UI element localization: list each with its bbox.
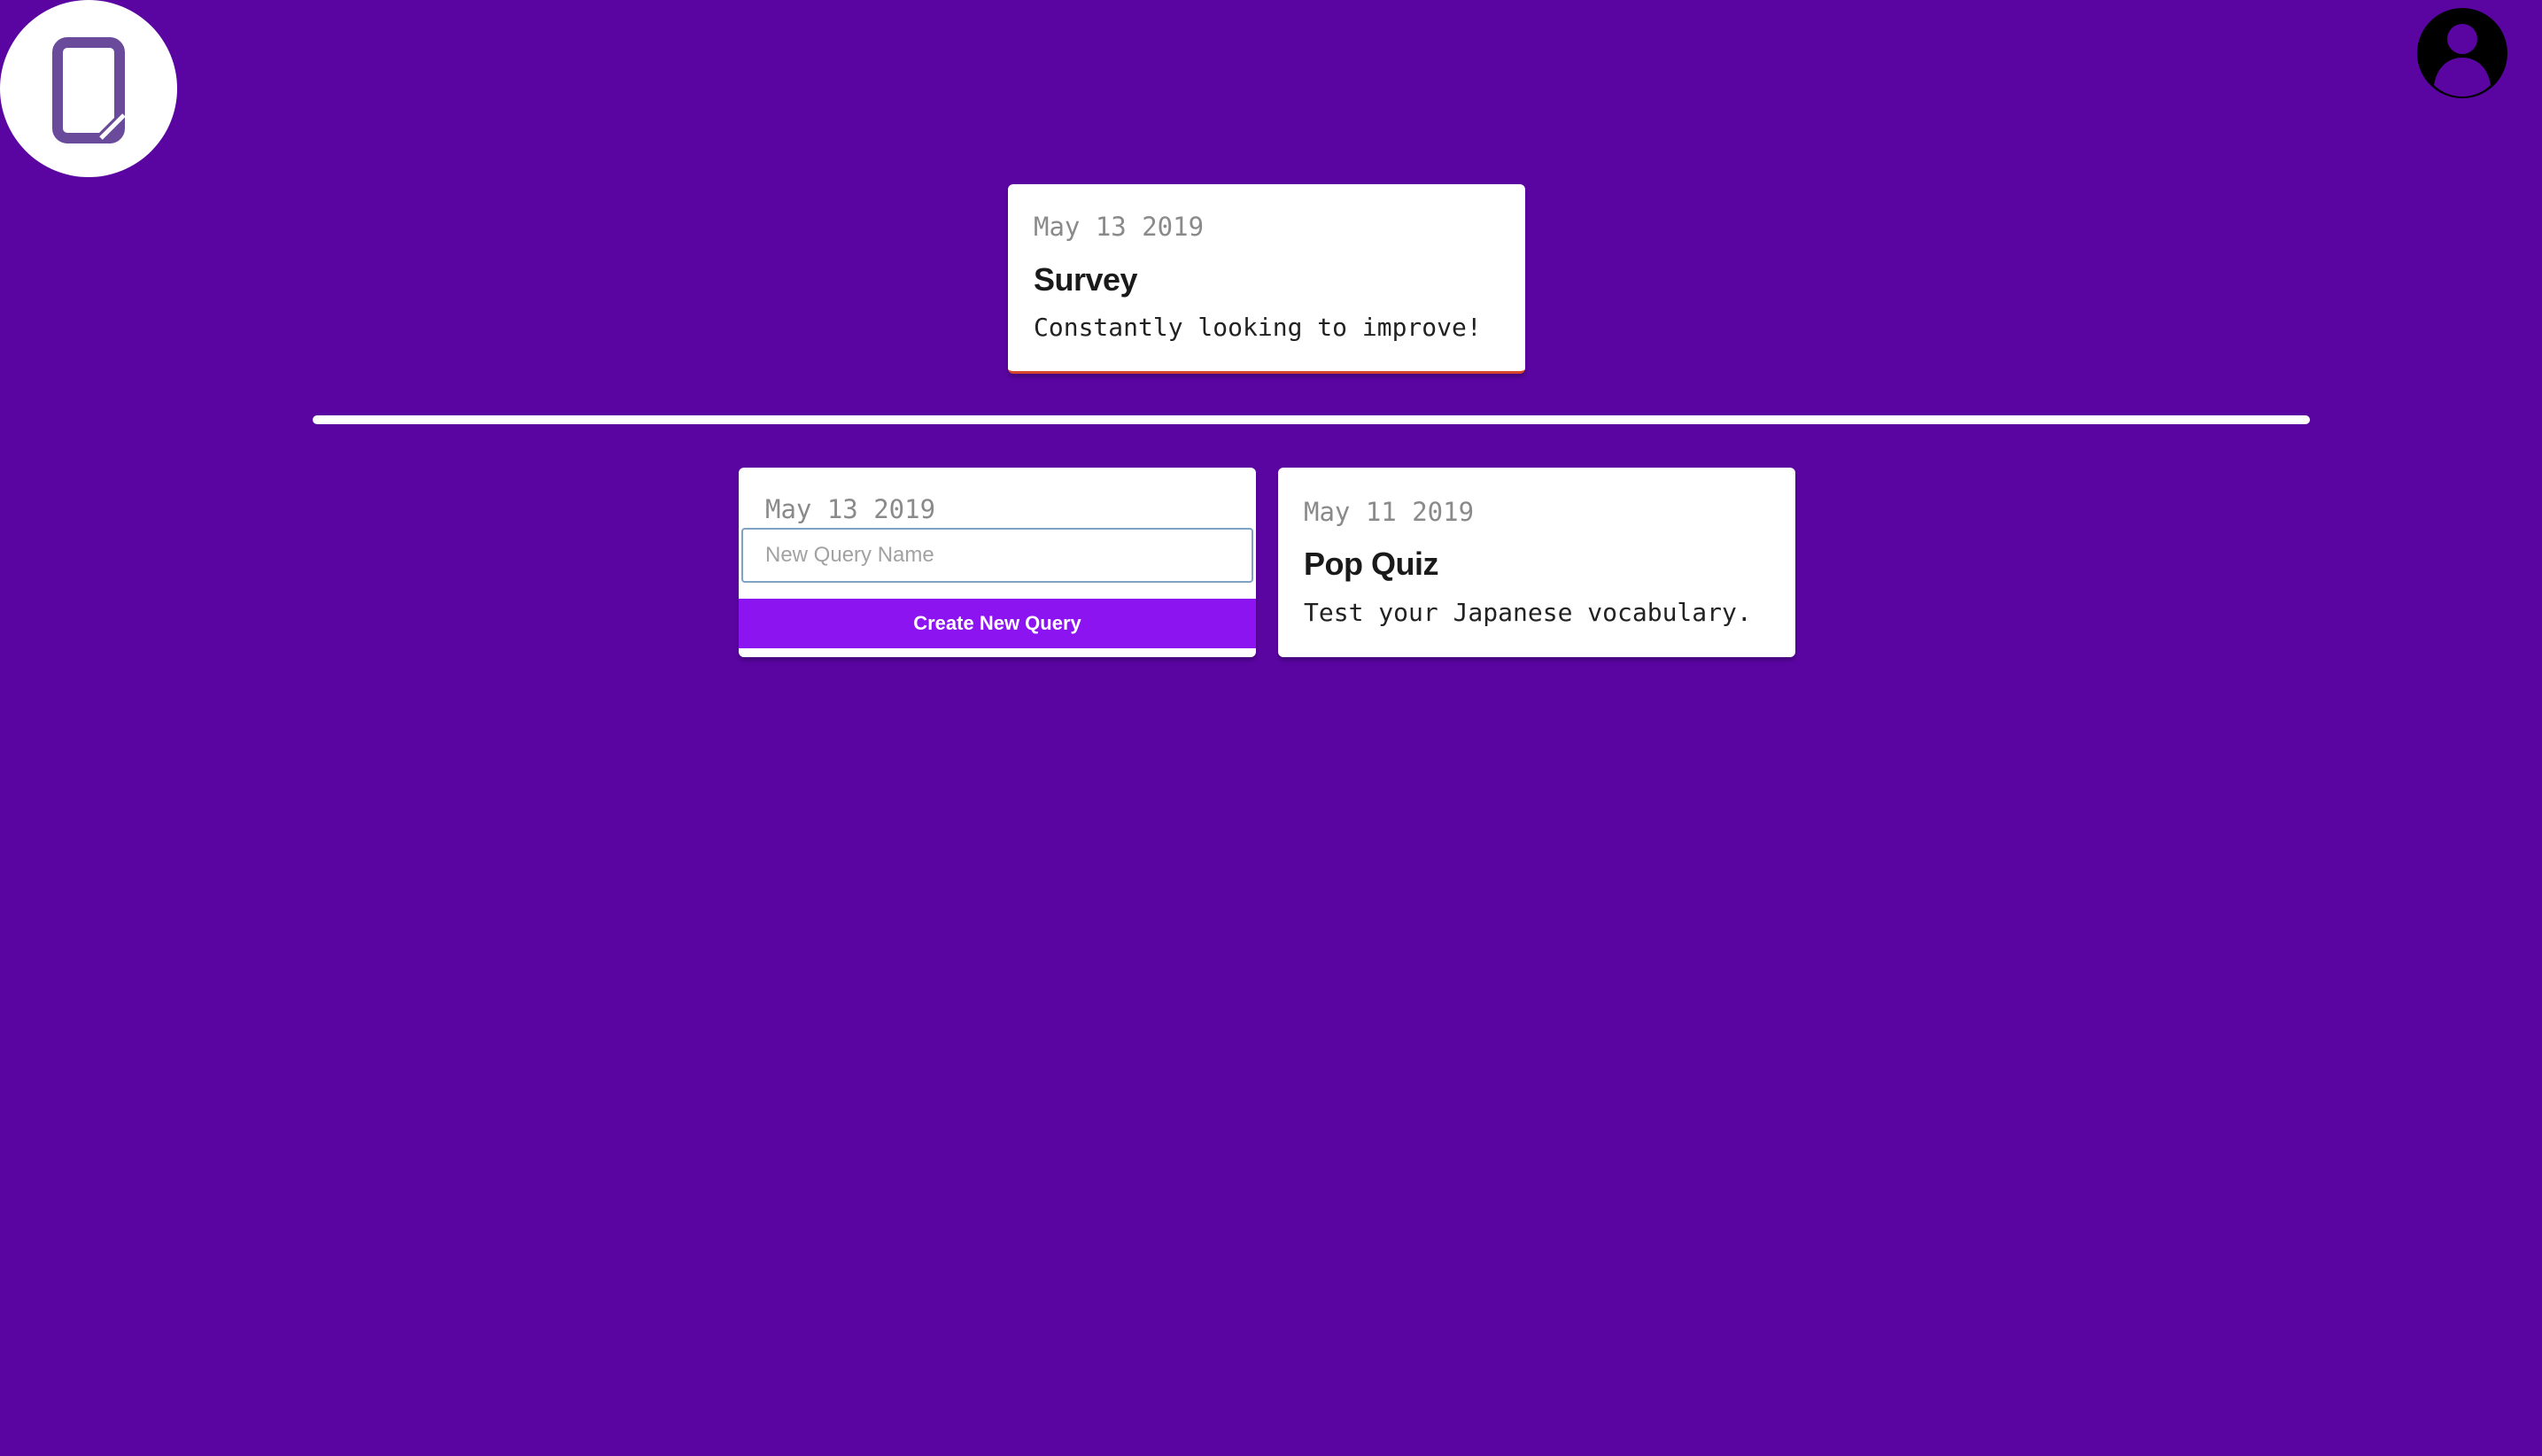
section-divider (313, 415, 2310, 424)
featured-query-card[interactable]: May 13 2019 Survey Constantly looking to… (1008, 184, 1525, 374)
card-date: May 11 2019 (1304, 497, 1475, 527)
card-title: Survey (1034, 261, 1138, 298)
card-description: Constantly looking to improve! (1034, 313, 1482, 342)
card-description: Test your Japanese vocabulary. (1304, 598, 1752, 627)
query-card[interactable]: May 11 2019 Pop Quiz Test your Japanese … (1278, 468, 1795, 657)
user-avatar-icon (2417, 8, 2507, 98)
card-date: May 13 2019 (1034, 212, 1205, 242)
card-title: Pop Quiz (1304, 546, 1439, 582)
card-date: May 13 2019 (765, 494, 936, 524)
user-avatar[interactable] (2416, 7, 2508, 99)
page: May 13 2019 Survey Constantly looking to… (0, 0, 2542, 1456)
document-logo-icon (52, 37, 126, 143)
new-query-card: May 13 2019 Create New Query (739, 468, 1256, 657)
create-new-query-button[interactable]: Create New Query (739, 599, 1256, 648)
new-query-name-input[interactable] (741, 528, 1253, 583)
app-logo[interactable] (0, 0, 177, 177)
